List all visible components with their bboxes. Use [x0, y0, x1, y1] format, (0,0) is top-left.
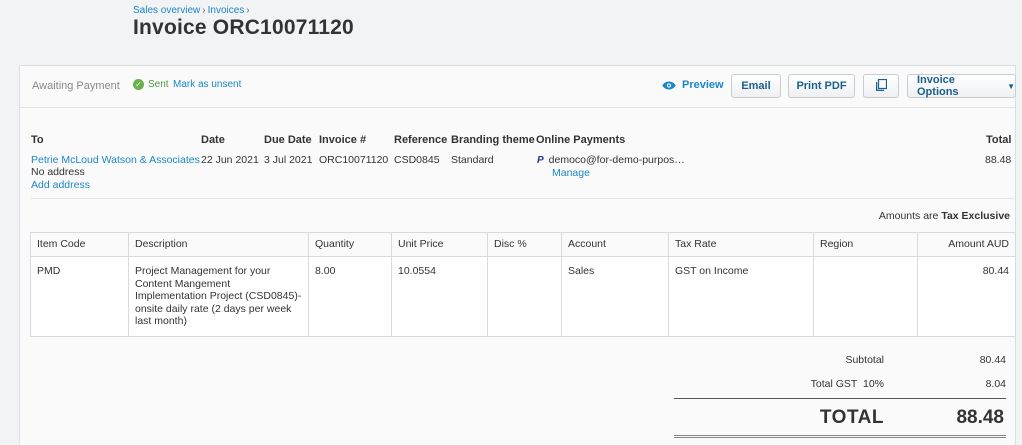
- subtotal-value: 80.44: [979, 354, 1006, 366]
- manage-payments-link[interactable]: Manage: [552, 167, 590, 179]
- line-items-table: Item Code Description Quantity Unit Pric…: [30, 232, 1016, 337]
- page-title: Invoice ORC10071120: [133, 16, 354, 39]
- total-label: Total: [986, 134, 1012, 146]
- status-label: Awaiting Payment: [32, 80, 120, 92]
- column-header-account: Account: [561, 232, 669, 257]
- reference-value: CSD0845: [394, 154, 440, 166]
- total-gst-value: 8.04: [985, 378, 1006, 390]
- print-pdf-button[interactable]: Print PDF: [788, 74, 855, 98]
- action-bar: Awaiting Payment ✓ Sent Mark as unsent P…: [20, 66, 1016, 108]
- column-header-description: Description: [128, 232, 309, 257]
- page-header: Sales overview › Invoices › Invoice ORC1007…: [0, 0, 1022, 48]
- cell-item-code: PMD: [30, 256, 129, 337]
- amounts-are-value: Tax Exclusive: [941, 210, 1010, 222]
- preview-label: Preview: [682, 79, 724, 91]
- table-row: PMD Project Management for your Content …: [30, 256, 1016, 337]
- branding-theme-label: Branding theme: [451, 134, 535, 146]
- column-header-disc: Disc %: [487, 232, 562, 257]
- column-header-region: Region: [813, 232, 918, 257]
- reference-label: Reference: [394, 134, 448, 146]
- date-value: 22 Jun 2021: [201, 154, 259, 166]
- totals-divider: [674, 398, 1006, 399]
- add-address-link[interactable]: Add address: [31, 179, 90, 191]
- copy-button[interactable]: [863, 74, 899, 98]
- online-payments-label: Online Payments: [536, 134, 626, 146]
- online-payment-account: P democo@for-demo-purpos…: [537, 154, 685, 166]
- amounts-are-text: Amounts are Tax Exclusive: [879, 210, 1010, 222]
- invoice-card: Awaiting Payment ✓ Sent Mark as unsent P…: [19, 65, 1016, 445]
- preview-button[interactable]: Preview: [662, 79, 724, 91]
- sent-indicator: ✓ Sent: [133, 79, 169, 90]
- divider: [31, 198, 1014, 199]
- grand-total-double-rule: [674, 435, 1006, 438]
- branding-theme-value: Standard: [451, 154, 494, 166]
- email-button[interactable]: Email: [731, 74, 781, 98]
- breadcrumb: Sales overview › Invoices ›: [133, 5, 252, 16]
- column-header-unit-price: Unit Price: [391, 232, 488, 257]
- column-header-amount: Amount AUD: [917, 232, 1016, 257]
- invoice-options-label: Invoice Options: [917, 74, 959, 98]
- invoice-number-value: ORC10071120: [319, 154, 389, 166]
- grand-total-value: 88.48: [956, 407, 1004, 428]
- breadcrumb-sales-overview[interactable]: Sales overview: [133, 5, 200, 16]
- breadcrumb-invoices[interactable]: Invoices: [208, 5, 245, 16]
- date-label: Date: [201, 134, 225, 146]
- cell-region: [813, 256, 918, 337]
- column-header-tax-rate: Tax Rate: [668, 232, 814, 257]
- check-icon: ✓: [133, 79, 144, 90]
- due-date-value: 3 Jul 2021: [264, 154, 313, 166]
- amounts-are-prefix: Amounts are: [878, 210, 939, 222]
- cell-account: Sales: [561, 256, 669, 337]
- total-gst-label: Total GST 10%: [810, 378, 884, 390]
- copy-icon: [875, 78, 887, 94]
- cell-quantity: 8.00: [308, 256, 392, 337]
- table-header-row: Item Code Description Quantity Unit Pric…: [30, 232, 1016, 257]
- paypal-icon: P: [537, 154, 544, 166]
- cell-description: Project Management for your Content Mang…: [128, 256, 309, 337]
- no-address-text: No address: [31, 166, 85, 178]
- invoice-number-label: Invoice #: [319, 134, 367, 146]
- online-payment-email: democo@for-demo-purpos…: [548, 154, 685, 166]
- breadcrumb-separator: ›: [202, 5, 206, 16]
- due-date-label: Due Date: [264, 134, 312, 146]
- column-header-item-code: Item Code: [30, 232, 129, 257]
- cell-amount: 80.44: [917, 256, 1016, 337]
- chevron-down-icon: ▼: [1007, 81, 1015, 91]
- to-label: To: [31, 134, 44, 146]
- grand-total-label: TOTAL: [819, 407, 884, 428]
- contact-link[interactable]: Petrie McLoud Watson & Associates: [31, 154, 200, 166]
- cell-tax-rate: GST on Income: [668, 256, 814, 337]
- column-header-quantity: Quantity: [308, 232, 392, 257]
- cell-unit-price: 10.0554: [391, 256, 488, 337]
- breadcrumb-separator: ›: [246, 5, 250, 16]
- subtotal-label: Subtotal: [845, 354, 884, 366]
- invoice-options-dropdown[interactable]: Invoice Options ▼: [907, 74, 1016, 98]
- cell-disc: [487, 256, 562, 337]
- total-value: 88.48: [985, 154, 1012, 166]
- mark-as-unsent-link[interactable]: Mark as unsent: [173, 79, 241, 90]
- sent-label: Sent: [148, 79, 169, 90]
- eye-icon: [662, 81, 676, 90]
